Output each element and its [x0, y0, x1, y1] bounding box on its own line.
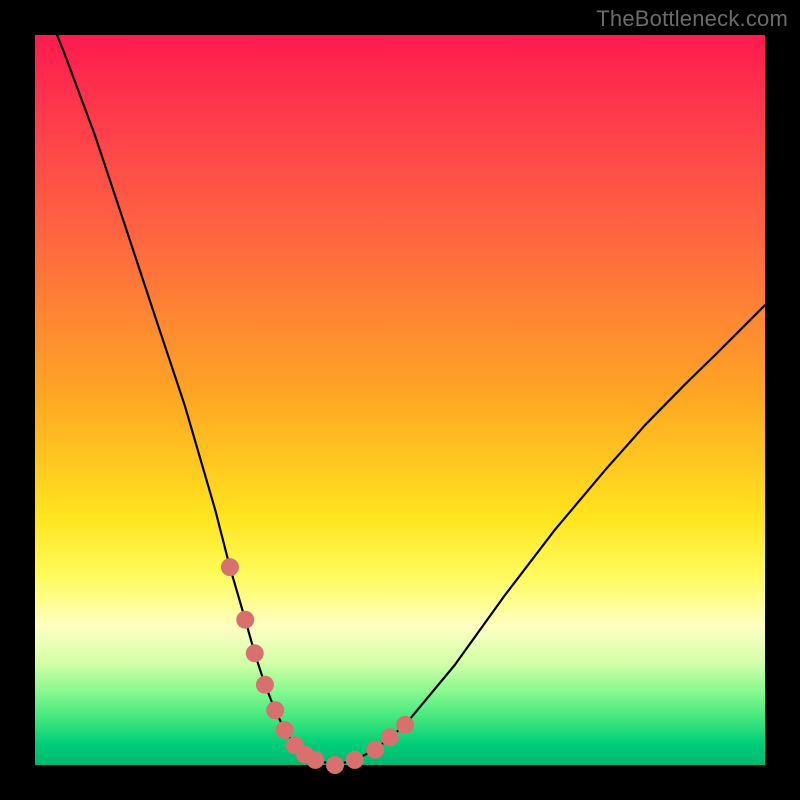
curve-marker [396, 716, 414, 734]
curve-marker [236, 611, 254, 629]
curve-marker [221, 558, 239, 576]
curve-marker [346, 751, 364, 769]
curve-marker [381, 728, 399, 746]
plot-area [35, 35, 765, 765]
curve-markers [221, 558, 414, 774]
curve-marker [326, 756, 344, 774]
chart-frame: TheBottleneck.com [0, 0, 800, 800]
chart-svg [35, 35, 765, 765]
curve-marker [256, 676, 274, 694]
curve-marker [276, 721, 294, 739]
curve-marker [246, 644, 264, 662]
curve-marker [366, 741, 384, 759]
watermark-text: TheBottleneck.com [596, 6, 788, 32]
curve-marker [266, 701, 284, 719]
bottleneck-curve [35, 0, 765, 765]
curve-marker [306, 751, 324, 769]
